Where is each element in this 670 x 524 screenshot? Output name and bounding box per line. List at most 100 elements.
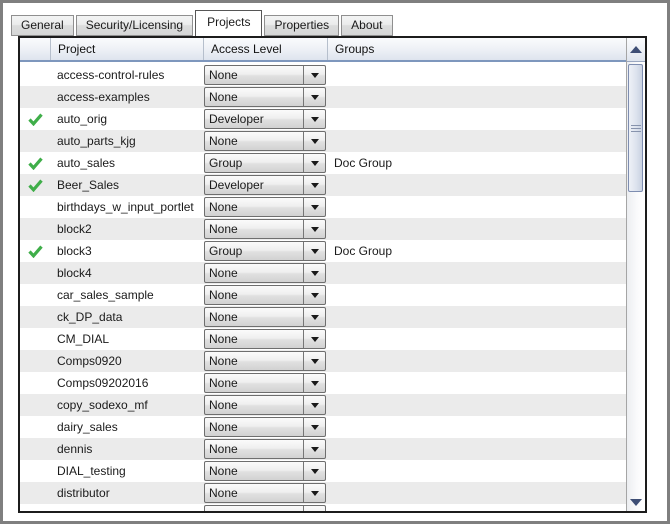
dropdown-button[interactable] bbox=[303, 264, 325, 282]
dropdown-button[interactable] bbox=[303, 440, 325, 458]
tab-about[interactable]: About bbox=[341, 15, 393, 36]
dropdown-button[interactable] bbox=[303, 308, 325, 326]
access-level-dropdown[interactable]: None bbox=[204, 417, 326, 437]
project-name[interactable]: block2 bbox=[50, 218, 203, 240]
project-name[interactable]: Beer_Sales bbox=[50, 174, 203, 196]
access-level-dropdown[interactable]: None bbox=[204, 351, 326, 371]
project-name[interactable]: DIAL_testing bbox=[50, 460, 203, 482]
chevron-down-icon bbox=[310, 94, 319, 100]
table-row[interactable]: block4 None bbox=[20, 262, 626, 284]
project-name[interactable]: dairy_sales bbox=[50, 416, 203, 438]
table-row[interactable]: birthdays_w_input_portlet None bbox=[20, 196, 626, 218]
project-name[interactable]: ck_DP_data bbox=[50, 306, 203, 328]
project-name[interactable]: car_sales_sample bbox=[50, 284, 203, 306]
project-name[interactable]: block4 bbox=[50, 262, 203, 284]
access-level-dropdown[interactable]: None bbox=[204, 483, 326, 503]
table-row[interactable]: copy_sodexo_mf None bbox=[20, 394, 626, 416]
table-row[interactable]: auto_parts_kjg None bbox=[20, 130, 626, 152]
dropdown-button[interactable] bbox=[303, 286, 325, 304]
access-level-dropdown[interactable]: Developer bbox=[204, 175, 326, 195]
table-row[interactable]: dennis None bbox=[20, 438, 626, 460]
scrollbar-thumb[interactable] bbox=[628, 64, 643, 192]
project-name[interactable]: CM_DIAL bbox=[50, 328, 203, 350]
access-level-dropdown[interactable]: None bbox=[204, 131, 326, 151]
dropdown-button[interactable] bbox=[303, 66, 325, 84]
dropdown-button[interactable] bbox=[303, 176, 325, 194]
access-level-dropdown[interactable]: None bbox=[204, 263, 326, 283]
access-level-dropdown[interactable]: Group bbox=[204, 153, 326, 173]
table-row[interactable]: access-examples None bbox=[20, 86, 626, 108]
access-level-dropdown[interactable] bbox=[204, 505, 326, 511]
check-placeholder bbox=[20, 482, 50, 504]
project-name[interactable]: Comps09202016 bbox=[50, 372, 203, 394]
dropdown-button[interactable] bbox=[303, 88, 325, 106]
access-level-dropdown[interactable]: None bbox=[204, 461, 326, 481]
access-level-dropdown[interactable]: None bbox=[204, 219, 326, 239]
project-name[interactable]: copy_sodexo_mf bbox=[50, 394, 203, 416]
dropdown-button[interactable] bbox=[303, 330, 325, 348]
dropdown-button[interactable] bbox=[303, 132, 325, 150]
table-row[interactable]: auto_sales Group Doc Group bbox=[20, 152, 626, 174]
access-level-cell: None bbox=[203, 460, 327, 482]
table-row[interactable]: auto_orig Developer bbox=[20, 108, 626, 130]
table-row[interactable]: CM_DIAL None bbox=[20, 328, 626, 350]
chevron-down-icon bbox=[310, 358, 319, 364]
project-name[interactable]: birthdays_w_input_portlet bbox=[50, 196, 203, 218]
project-name[interactable]: auto_parts_kjg bbox=[50, 130, 203, 152]
project-name[interactable]: auto_orig bbox=[50, 108, 203, 130]
table-row[interactable]: block2 None bbox=[20, 218, 626, 240]
tab-security-licensing[interactable]: Security/Licensing bbox=[75, 15, 194, 36]
dropdown-button[interactable] bbox=[303, 418, 325, 436]
access-level-dropdown[interactable]: None bbox=[204, 307, 326, 327]
scroll-down-button[interactable] bbox=[627, 495, 645, 510]
table-row[interactable]: car_sales_sample None bbox=[20, 284, 626, 306]
vertical-scrollbar[interactable] bbox=[626, 38, 645, 511]
dropdown-button[interactable] bbox=[303, 462, 325, 480]
project-name[interactable]: access-examples bbox=[50, 86, 203, 108]
dropdown-button[interactable] bbox=[303, 352, 325, 370]
access-level-value: None bbox=[209, 398, 238, 412]
dropdown-button[interactable] bbox=[303, 220, 325, 238]
access-level-dropdown[interactable]: Group bbox=[204, 241, 326, 261]
dropdown-button[interactable] bbox=[303, 154, 325, 172]
table-row[interactable]: access-control-rules None bbox=[20, 64, 626, 86]
table-row[interactable]: ck_DP_data None bbox=[20, 306, 626, 328]
tab-general[interactable]: General bbox=[11, 15, 74, 36]
access-level-dropdown[interactable]: None bbox=[204, 395, 326, 415]
dropdown-button[interactable] bbox=[303, 396, 325, 414]
table-row[interactable]: Comps0920 None bbox=[20, 350, 626, 372]
access-level-dropdown[interactable]: None bbox=[204, 87, 326, 107]
table-row[interactable]: DIAL_testing None bbox=[20, 460, 626, 482]
tab-projects[interactable]: Projects bbox=[195, 10, 263, 36]
access-level-dropdown[interactable]: Developer bbox=[204, 109, 326, 129]
access-level-dropdown[interactable]: None bbox=[204, 65, 326, 85]
table-row-partial[interactable] bbox=[20, 504, 626, 511]
access-level-dropdown[interactable]: None bbox=[204, 329, 326, 349]
project-name[interactable]: Comps0920 bbox=[50, 350, 203, 372]
dropdown-button[interactable] bbox=[303, 484, 325, 502]
dropdown-button[interactable] bbox=[303, 110, 325, 128]
header-project: Project bbox=[50, 38, 203, 60]
dropdown-button[interactable] bbox=[303, 242, 325, 260]
tab-properties[interactable]: Properties bbox=[264, 15, 340, 36]
project-name[interactable] bbox=[50, 504, 203, 511]
project-name[interactable]: access-control-rules bbox=[50, 64, 203, 86]
table-row[interactable]: Beer_Sales Developer bbox=[20, 174, 626, 196]
table-row[interactable]: dairy_sales None bbox=[20, 416, 626, 438]
project-name[interactable]: auto_sales bbox=[50, 152, 203, 174]
dropdown-button[interactable] bbox=[303, 506, 325, 511]
table-row[interactable]: distributor None bbox=[20, 482, 626, 504]
dropdown-button[interactable] bbox=[303, 198, 325, 216]
project-name[interactable]: distributor bbox=[50, 482, 203, 504]
access-level-dropdown[interactable]: None bbox=[204, 197, 326, 217]
access-level-dropdown[interactable]: None bbox=[204, 373, 326, 393]
access-level-dropdown[interactable]: None bbox=[204, 285, 326, 305]
project-name[interactable]: block3 bbox=[50, 240, 203, 262]
dropdown-button[interactable] bbox=[303, 374, 325, 392]
groups-cell bbox=[327, 350, 626, 372]
project-name[interactable]: dennis bbox=[50, 438, 203, 460]
table-row[interactable]: Comps09202016 None bbox=[20, 372, 626, 394]
access-level-dropdown[interactable]: None bbox=[204, 439, 326, 459]
scroll-up-button[interactable] bbox=[627, 38, 645, 62]
table-row[interactable]: block3 Group Doc Group bbox=[20, 240, 626, 262]
